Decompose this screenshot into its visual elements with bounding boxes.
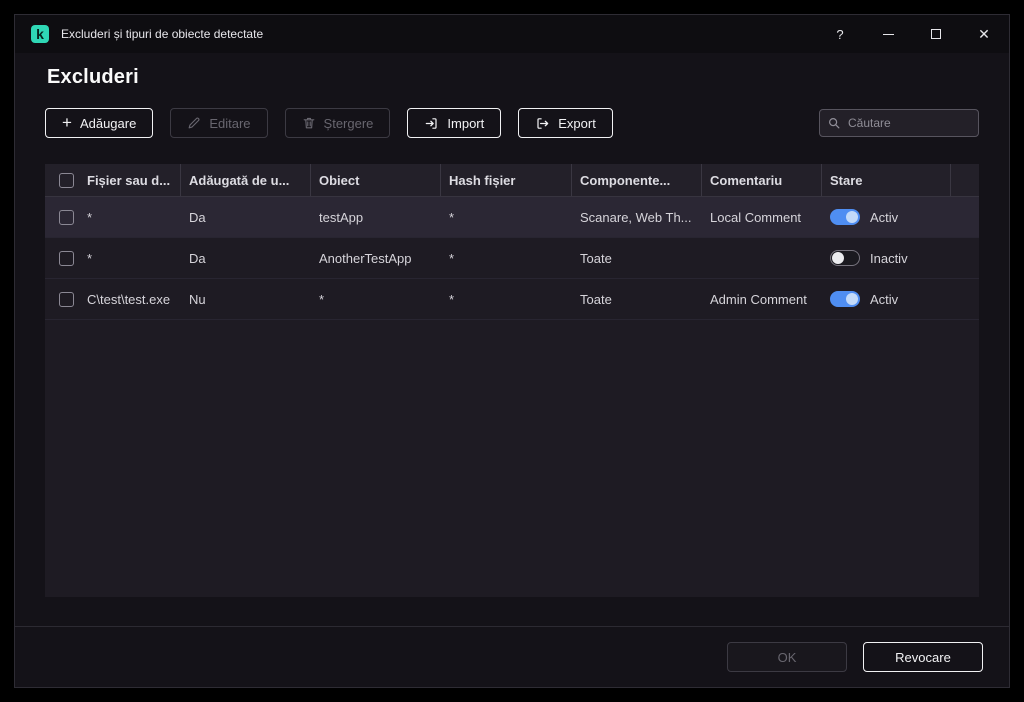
export-button[interactable]: Export <box>518 108 613 138</box>
state-label: Inactiv <box>870 250 908 266</box>
import-button[interactable]: Import <box>407 108 502 138</box>
cell-file-hash: * <box>449 291 455 307</box>
cell-file-hash: * <box>449 209 455 225</box>
row-checkbox[interactable] <box>59 250 74 266</box>
delete-button: Ștergere <box>284 108 391 138</box>
edit-button-label: Editare <box>209 115 251 131</box>
plus-icon: + <box>62 112 72 132</box>
toolbar: + Adăugare Editare Ștergere Import Expor… <box>45 108 979 138</box>
ok-button: OK <box>727 642 847 672</box>
row-checkbox[interactable] <box>59 291 74 307</box>
cell-components: Toate <box>580 291 612 307</box>
cell-object: AnotherTestApp <box>319 250 412 266</box>
state-label: Activ <box>870 291 899 307</box>
export-icon <box>535 116 550 131</box>
state-label: Activ <box>870 209 899 225</box>
cell-object: * <box>319 291 325 307</box>
cell-comment <box>702 238 822 278</box>
cell-file: C\test\test.exe <box>87 291 171 307</box>
cancel-button[interactable]: Revocare <box>863 642 983 672</box>
exclusions-table: Fișier sau d... Adăugată de u... Obiect … <box>45 164 979 597</box>
header-end-spacer <box>951 164 979 196</box>
header-checkbox-cell <box>45 164 79 196</box>
toggle-knob <box>846 211 858 223</box>
titlebar: k Excluderi și tipuri de obiecte detecta… <box>15 15 1009 53</box>
select-all-checkbox[interactable] <box>59 172 74 188</box>
table-row[interactable]: C\test\test.exe Nu * * Toate Admin Comme… <box>45 279 979 320</box>
cell-components: Scanare, Web Th... <box>580 209 692 225</box>
table-empty-area <box>45 320 979 597</box>
export-button-label: Export <box>558 115 596 131</box>
exclusions-window: k Excluderi și tipuri de obiecte detecta… <box>14 14 1010 688</box>
table-header-row: Fișier sau d... Adăugată de u... Obiect … <box>45 164 979 197</box>
search-input[interactable] <box>819 109 979 137</box>
kaspersky-logo-icon: k <box>31 25 49 43</box>
toggle-knob <box>846 293 858 305</box>
window-title: Excluderi și tipuri de obiecte detectate <box>61 27 264 41</box>
add-button-label: Adăugare <box>79 115 137 131</box>
close-button[interactable]: ✕ <box>975 25 993 43</box>
maximize-button[interactable] <box>927 25 945 43</box>
cell-state: Activ <box>822 197 951 237</box>
state-toggle[interactable] <box>830 250 860 266</box>
cell-components: Toate <box>580 250 612 266</box>
window-controls: ? ✕ <box>831 25 993 43</box>
maximize-icon <box>931 29 941 39</box>
cell-file-hash: * <box>449 250 455 266</box>
header-components[interactable]: Componente... <box>572 164 702 196</box>
pencil-icon <box>187 116 201 130</box>
screen: k Excluderi și tipuri de obiecte detecta… <box>0 0 1024 702</box>
search-icon <box>829 118 840 129</box>
cell-end-spacer <box>951 279 979 319</box>
page-title: Excluderi <box>47 66 139 88</box>
table-row[interactable]: * Da testApp * Scanare, Web Th... Local … <box>45 197 979 238</box>
edit-button: Editare <box>170 108 268 138</box>
state-toggle[interactable] <box>830 291 860 307</box>
header-file[interactable]: Fișier sau d... <box>79 164 181 196</box>
trash-icon <box>302 116 316 130</box>
minimize-icon <box>882 33 894 35</box>
header-state[interactable]: Stare <box>822 164 951 196</box>
cell-end-spacer <box>951 197 979 237</box>
delete-button-label: Ștergere <box>323 115 374 131</box>
row-checkbox[interactable] <box>59 209 74 225</box>
search-box <box>819 109 979 137</box>
import-icon <box>424 116 439 131</box>
toggle-knob <box>832 252 844 264</box>
cell-end-spacer <box>951 238 979 278</box>
cell-state: Activ <box>822 279 951 319</box>
cell-added-by-user: Nu <box>189 291 206 307</box>
header-file-hash[interactable]: Hash fișier <box>441 164 572 196</box>
cell-added-by-user: Da <box>189 209 206 225</box>
cell-object: testApp <box>319 209 364 225</box>
cell-file: * <box>87 250 93 266</box>
table-row[interactable]: * Da AnotherTestApp * Toate Inactiv <box>45 238 979 279</box>
cell-added-by-user: Da <box>189 250 206 266</box>
help-button[interactable]: ? <box>831 25 849 43</box>
cell-comment: Local Comment <box>710 209 802 225</box>
minimize-button[interactable] <box>879 25 897 43</box>
header-added-by-user[interactable]: Adăugată de u... <box>181 164 311 196</box>
header-comment[interactable]: Comentariu <box>702 164 822 196</box>
footer: OK Revocare <box>15 626 1009 687</box>
state-toggle[interactable] <box>830 209 860 225</box>
cell-comment: Admin Comment <box>710 291 807 307</box>
cell-state: Inactiv <box>822 238 951 278</box>
import-button-label: Import <box>447 115 485 131</box>
cell-file: * <box>87 209 93 225</box>
add-button[interactable]: + Adăugare <box>45 108 154 138</box>
header-object[interactable]: Obiect <box>311 164 441 196</box>
